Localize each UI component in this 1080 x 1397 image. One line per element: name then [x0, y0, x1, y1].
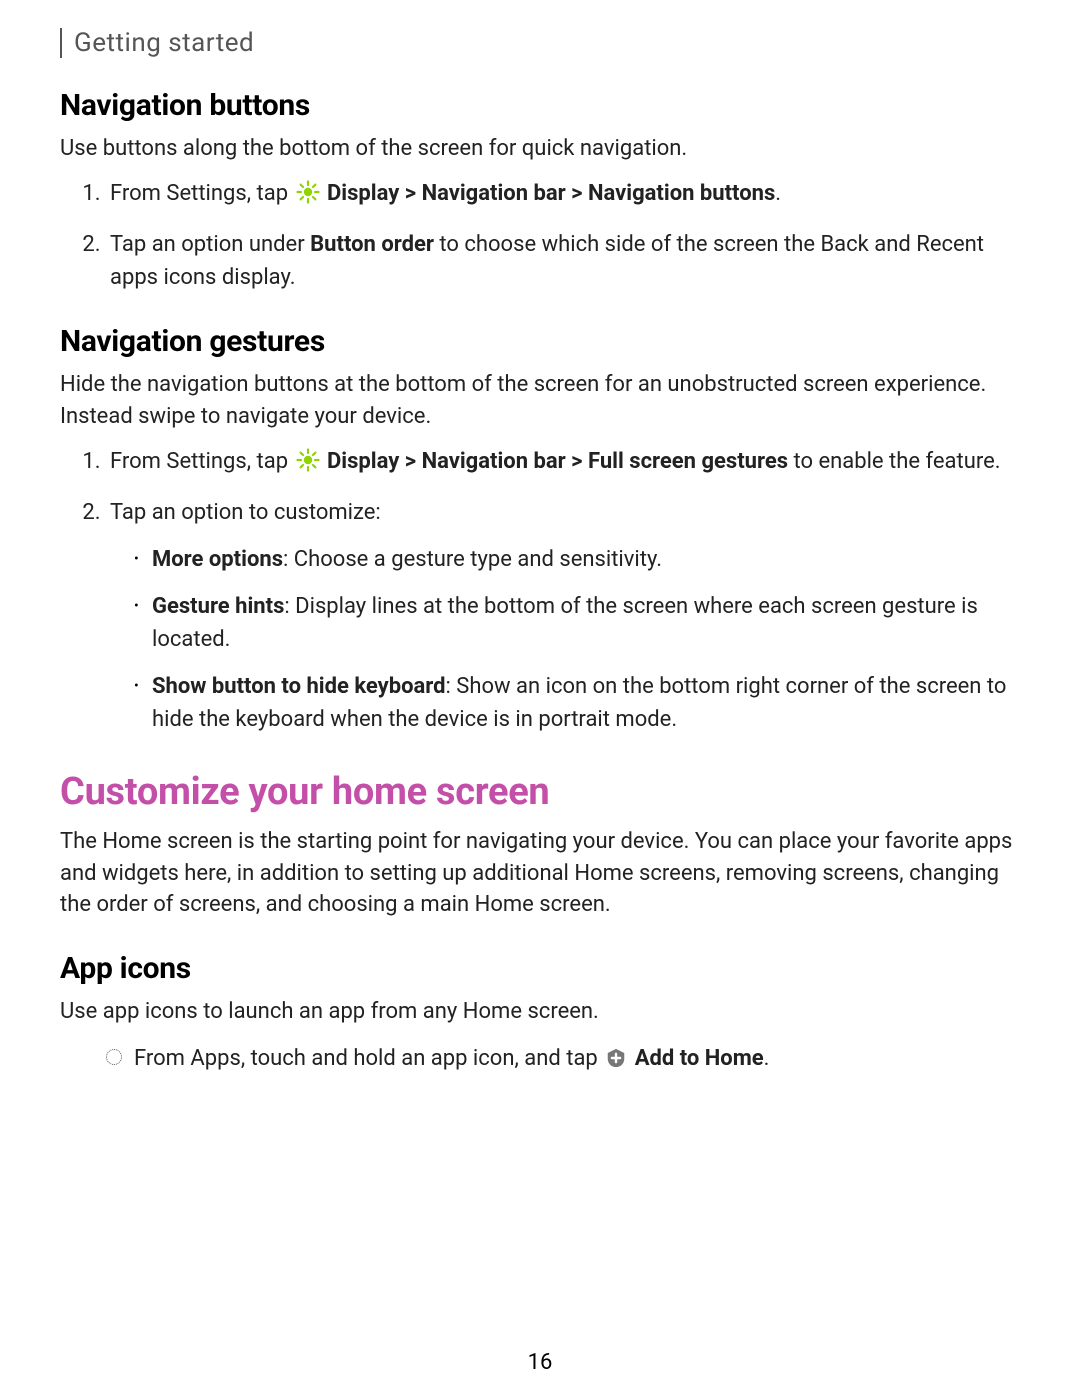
bold-text: More options	[152, 547, 283, 572]
list-item: From Settings, tap Displ	[106, 445, 1026, 482]
text: Tap an option to customize:	[110, 500, 381, 525]
text: From Settings, tap	[110, 181, 294, 206]
bold-text: Add to Home	[635, 1046, 764, 1071]
list-item: From Apps, touch and hold an app icon, a…	[106, 1042, 1026, 1079]
heading-app-icons: App icons	[60, 951, 1026, 986]
bold-text: Show button to hide keyboard	[152, 674, 446, 699]
bold-text: Button order	[310, 232, 434, 257]
brightness-sun-icon	[296, 448, 320, 482]
bullet-list: From Apps, touch and hold an app icon, a…	[60, 1042, 1026, 1079]
list-item: More options: Choose a gesture type and …	[130, 543, 1026, 576]
bold-text: Gesture hints	[152, 594, 284, 619]
list-item: From Settings, tap Displ	[106, 177, 1026, 214]
list-item: Show button to hide keyboard: Show an ic…	[130, 670, 1026, 736]
breadcrumb: Getting started	[74, 28, 254, 58]
text: .	[775, 181, 781, 206]
bullet-list: More options: Choose a gesture type and …	[110, 543, 1026, 736]
text: to enable the feature.	[788, 449, 1001, 474]
brightness-sun-icon	[296, 180, 320, 214]
paragraph: Hide the navigation buttons at the botto…	[60, 369, 1026, 433]
heading-navigation-gestures: Navigation gestures	[60, 324, 1026, 359]
heading-customize-home-screen: Customize your home screen	[60, 770, 1026, 814]
bold-path: Display > Navigation bar > Full screen g…	[327, 449, 788, 474]
list-item: Gesture hints: Display lines at the bott…	[130, 590, 1026, 656]
paragraph: The Home screen is the starting point fo…	[60, 826, 1026, 922]
text: From Apps, touch and hold an app icon, a…	[134, 1046, 603, 1071]
heading-navigation-buttons: Navigation buttons	[60, 88, 1026, 123]
page-number: 16	[0, 1350, 1080, 1375]
text: From Settings, tap	[110, 449, 294, 474]
text: : Choose a gesture type and sensitivity.	[283, 547, 662, 572]
paragraph: Use app icons to launch an app from any …	[60, 996, 1026, 1028]
list-item: Tap an option under Button order to choo…	[106, 228, 1026, 294]
add-to-home-icon	[605, 1046, 627, 1079]
manual-page: Getting started Navigation buttons Use b…	[0, 0, 1080, 1397]
paragraph: Use buttons along the bottom of the scre…	[60, 133, 1026, 165]
list-item: Tap an option to customize: More options…	[106, 496, 1026, 736]
header-bar: Getting started	[60, 28, 1026, 58]
text: .	[764, 1046, 770, 1071]
bold-path: Display > Navigation bar > Navigation bu…	[327, 181, 775, 206]
ordered-list: From Settings, tap Displ	[60, 445, 1026, 736]
ordered-list: From Settings, tap Displ	[60, 177, 1026, 294]
text: Tap an option under	[110, 232, 310, 257]
